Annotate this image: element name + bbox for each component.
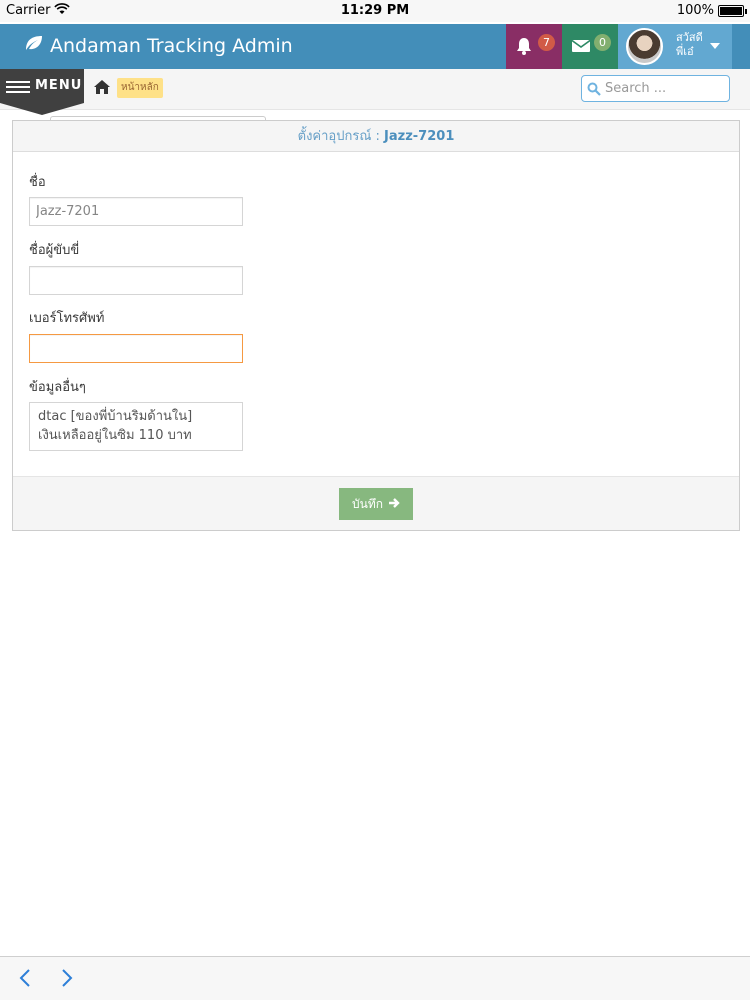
search-icon [587, 81, 601, 100]
user-menu[interactable]: สวัสดี พี่เอ๋ [618, 24, 732, 69]
caret-down-icon [710, 43, 720, 49]
panel-device-name: Jazz-7201 [384, 129, 455, 144]
driver-name-field[interactable] [29, 266, 243, 295]
app-header: Andaman Tracking Admin 7 0 สวัสดี พี่เอ๋ [0, 24, 750, 69]
menu-icon [6, 81, 30, 96]
name-label: ชื่อ [29, 175, 46, 190]
search-box [581, 75, 730, 102]
home-icon[interactable] [93, 79, 111, 99]
user-name: พี่เอ๋ [676, 45, 694, 58]
device-settings-panel: ตั้งค่าอุปกรณ์ : Jazz-7201 ชื่อ ชื่อผู้ข… [12, 120, 740, 531]
name-field[interactable] [29, 197, 243, 226]
leaf-icon [24, 24, 44, 69]
other-info-label: ข้อมูลอื่นๆ [29, 380, 86, 395]
breadcrumb-bar: MENU หน้าหลัก [0, 69, 750, 115]
other-info-field[interactable]: dtac [ของพี่บ้านริมด้านใน] เงินเหลืออยู่… [29, 402, 243, 451]
status-bar: Carrier 11:29 PM 100% [0, 0, 750, 22]
messages-badge: 0 [594, 34, 611, 51]
chevron-left-icon[interactable] [15, 967, 37, 989]
clock: 11:29 PM [340, 3, 410, 18]
save-button[interactable]: บันทึก [339, 488, 413, 520]
breadcrumb-home[interactable]: หน้าหลัก [117, 78, 163, 98]
brand-title: Andaman Tracking Admin [50, 35, 293, 57]
envelope-icon [571, 37, 591, 57]
brand[interactable]: Andaman Tracking Admin [24, 24, 293, 69]
save-button-label: บันทึก [352, 497, 383, 511]
messages-button[interactable]: 0 [562, 24, 618, 69]
menu-toggle-button[interactable]: MENU [0, 69, 84, 115]
driver-label: ชื่อผู้ขับขี่ [29, 243, 80, 258]
browser-toolbar [0, 956, 750, 1000]
bell-icon [516, 37, 532, 59]
phone-field[interactable] [29, 334, 243, 363]
menu-label: MENU [35, 78, 83, 93]
panel-title-prefix: ตั้งค่าอุปกรณ์ : [297, 129, 380, 144]
header-edge [732, 24, 750, 69]
phone-label: เบอร์โทรศัพท์ [29, 311, 105, 326]
user-greeting: สวัสดี [676, 31, 703, 44]
battery-icon [718, 5, 747, 17]
battery-percent: 100% [676, 3, 714, 18]
notifications-button[interactable]: 7 [506, 24, 562, 69]
search-input[interactable] [605, 79, 723, 98]
panel-title: ตั้งค่าอุปกรณ์ : Jazz-7201 [13, 121, 739, 152]
chevron-right-icon[interactable] [55, 967, 77, 989]
form-actions: บันทึก [13, 476, 739, 530]
arrow-right-icon [388, 490, 400, 520]
notifications-badge: 7 [538, 34, 555, 51]
avatar [626, 28, 663, 65]
user-info: สวัสดี พี่เอ๋ [676, 31, 703, 59]
